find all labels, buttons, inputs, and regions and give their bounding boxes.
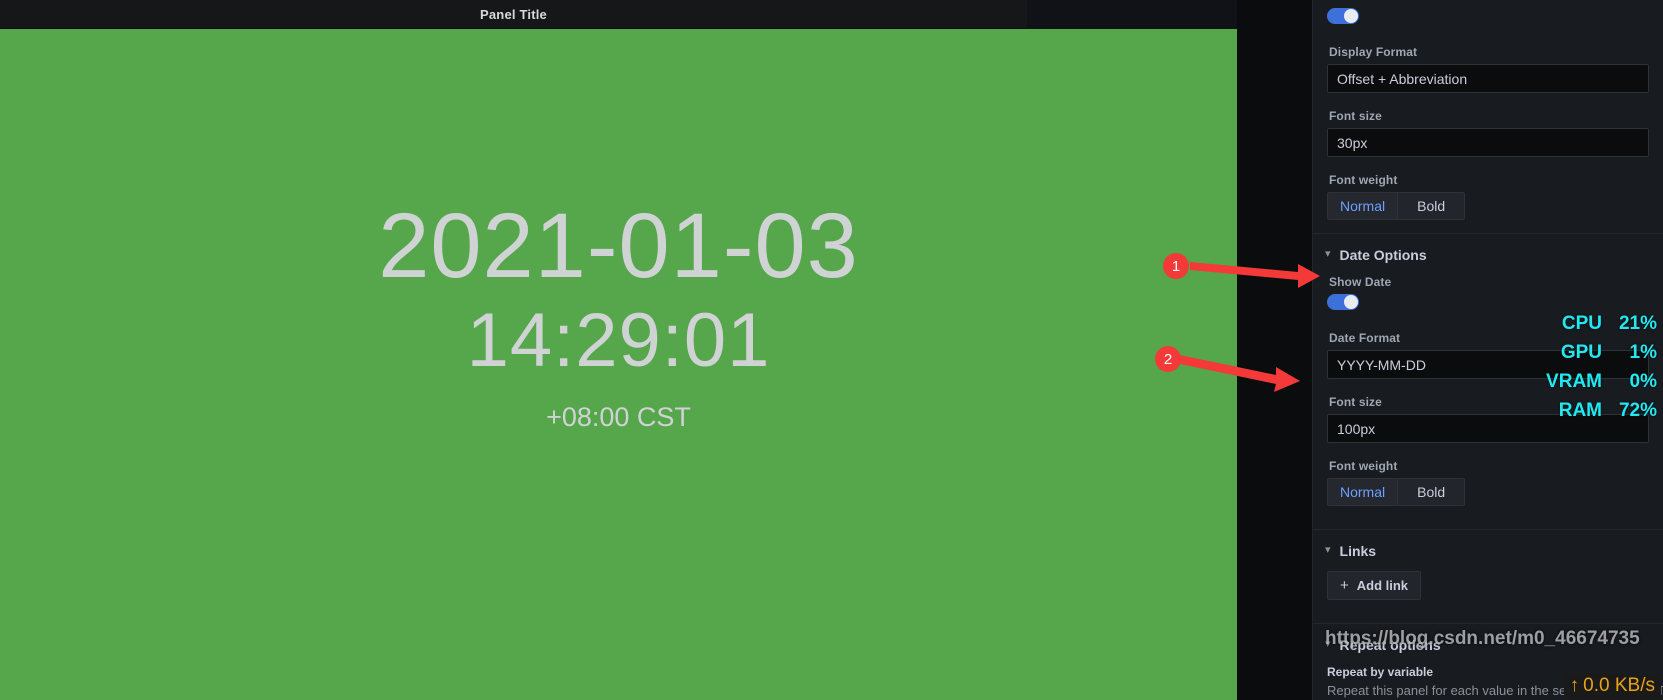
timezone-font-size-value: 30px	[1337, 134, 1368, 151]
page-title: Panel Title	[480, 6, 547, 22]
toggle-knob	[1344, 295, 1358, 309]
chevron-down-icon[interactable]: ▾	[1325, 544, 1331, 556]
add-link-label: Add link	[1356, 578, 1409, 593]
show-date-label: Show Date	[1329, 275, 1392, 289]
panel-gutter	[1237, 0, 1312, 700]
watermark: https://blog.csdn.net/m0_46674735	[1325, 628, 1640, 649]
timezone-toggle[interactable]	[1327, 8, 1359, 24]
date-font-weight-field: Font weight Normal Bold	[1313, 459, 1663, 506]
network-speed-value: 0.0 KB/s	[1583, 675, 1655, 696]
timezone-font-weight-label: Font weight	[1329, 173, 1398, 187]
timezone-font-size-input[interactable]: 30px	[1327, 128, 1649, 157]
date-options-title: Date Options	[1339, 247, 1427, 263]
clock-display: 2021-01-03 14:29:01 +08:00 CST	[378, 194, 859, 434]
date-font-weight-group[interactable]: Normal Bold	[1327, 478, 1649, 506]
timezone-font-weight-group[interactable]: Normal Bold	[1327, 192, 1649, 220]
timezone-font-weight-bold[interactable]: Bold	[1398, 192, 1466, 220]
annotation-marker-1-number: 1	[1171, 257, 1181, 275]
network-speed-indicator: ↑ 0.0 KB/s	[1563, 674, 1661, 699]
clock-timezone: +08:00 CST	[546, 402, 691, 433]
date-font-size-value: 100px	[1337, 420, 1376, 437]
stat-value-ram: 72%	[1618, 400, 1657, 421]
links-header[interactable]: ▾ Links	[1313, 543, 1663, 559]
timezone-font-size-label: Font size	[1329, 109, 1382, 123]
plus-icon: +	[1340, 577, 1349, 594]
stat-value-vram: 0%	[1629, 371, 1657, 392]
stat-name-cpu: CPU	[1561, 313, 1602, 334]
add-link-button[interactable]: + Add link	[1327, 571, 1422, 600]
stat-row: CPU 21%	[1562, 313, 1663, 342]
stat-name-vram: VRAM	[1546, 371, 1602, 392]
timezone-toggle-field	[1313, 8, 1663, 29]
links-section: ▾ Links + Add link	[1313, 529, 1663, 610]
stat-row: VRAM 0%	[1546, 371, 1663, 400]
links-title: Links	[1339, 543, 1377, 559]
annotation-marker-1: 1	[1163, 253, 1189, 279]
annotation-marker-2: 2	[1155, 346, 1181, 372]
upload-arrow-icon: ↑	[1569, 675, 1580, 696]
timezone-font-weight-field: Font weight Normal Bold	[1313, 173, 1663, 220]
chevron-down-icon[interactable]: ▾	[1325, 248, 1331, 260]
clock-date: 2021-01-03	[378, 194, 859, 297]
screen-root: Panel Title 2021-01-03 14:29:01 +08:00 C…	[0, 0, 1663, 700]
clock-time: 14:29:01	[466, 298, 771, 384]
show-date-field: Show Date	[1313, 275, 1663, 315]
date-font-weight-bold[interactable]: Bold	[1398, 478, 1466, 506]
toggle-knob	[1344, 9, 1358, 23]
panel-header: Panel Title	[0, 0, 1027, 29]
panel-preview: Panel Title 2021-01-03 14:29:01 +08:00 C…	[0, 0, 1237, 700]
stat-name-ram: RAM	[1558, 400, 1602, 421]
annotation-marker-2-number: 2	[1163, 350, 1173, 368]
display-format-label: Display Format	[1329, 45, 1418, 59]
stat-value-cpu: 21%	[1618, 313, 1657, 334]
show-date-toggle[interactable]	[1327, 294, 1359, 310]
system-stats-overlay: CPU 21% GPU 1% VRAM 0% RAM 72%	[1546, 313, 1663, 429]
date-font-weight-label: Font weight	[1329, 459, 1398, 473]
stat-name-gpu: GPU	[1560, 342, 1602, 363]
stat-value-gpu: 1%	[1629, 342, 1657, 363]
clock-panel-body: 2021-01-03 14:29:01 +08:00 CST	[0, 29, 1237, 700]
display-format-field: Display Format Offset + Abbreviation	[1313, 45, 1663, 93]
stat-row: GPU 1%	[1561, 342, 1663, 371]
timezone-font-size-field: Font size 30px	[1313, 109, 1663, 157]
date-format-value: YYYY-MM-DD	[1337, 356, 1426, 373]
display-format-value: Offset + Abbreviation	[1337, 70, 1468, 87]
display-format-select[interactable]: Offset + Abbreviation	[1327, 64, 1649, 93]
date-font-weight-normal[interactable]: Normal	[1327, 478, 1399, 506]
stat-row: RAM 72%	[1559, 400, 1663, 429]
add-link-field: + Add link	[1313, 571, 1663, 600]
date-options-header[interactable]: ▾ Date Options	[1313, 247, 1663, 263]
timezone-font-weight-normal[interactable]: Normal	[1327, 192, 1399, 220]
